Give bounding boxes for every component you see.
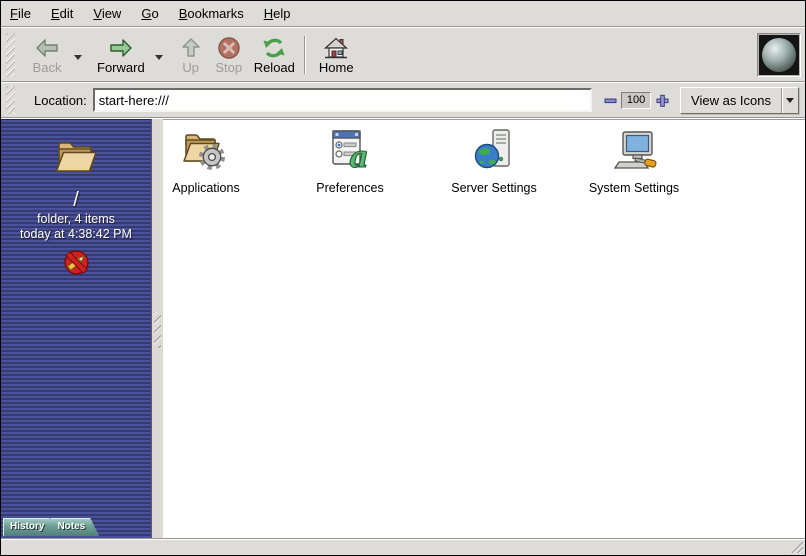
up-arrow-icon — [178, 35, 204, 61]
zoom-in-button[interactable] — [654, 92, 670, 108]
reload-icon — [261, 35, 287, 61]
back-button[interactable]: Back — [26, 34, 68, 76]
item-system-settings[interactable]: System Settings — [593, 126, 675, 195]
throbber-frame — [757, 33, 801, 77]
zoom-out-icon — [603, 93, 618, 108]
content-area: / folder, 4 items today at 4:38:42 PM Hi… — [1, 119, 805, 538]
icon-label: Preferences — [316, 181, 383, 195]
back-arrow-icon — [34, 35, 60, 61]
system-settings-icon — [608, 126, 660, 174]
menu-bookmarks[interactable]: Bookmarks — [179, 6, 244, 21]
sidebar-tabs: History Notes — [3, 518, 99, 536]
sidebar-item-count: folder, 4 items — [1, 212, 151, 227]
server-settings-icon — [468, 126, 520, 174]
back-history-dropdown[interactable] — [70, 50, 86, 66]
zoom-controls: 100 — [602, 92, 670, 109]
throbber-sphere-icon — [762, 38, 796, 72]
preferences-icon: a — [324, 126, 376, 174]
icon-label: System Settings — [589, 181, 679, 195]
folder-icon — [51, 133, 101, 181]
icon-label: Applications — [172, 181, 239, 195]
icon-view: Applications a Preferences — [163, 119, 805, 538]
forward-arrow-icon — [108, 35, 134, 61]
toolbar-drag-handle[interactable] — [6, 33, 15, 77]
forward-button[interactable]: Forward — [93, 34, 149, 76]
zoom-level-indicator[interactable]: 100 — [621, 92, 651, 109]
home-button[interactable]: Home — [315, 34, 358, 76]
menu-go[interactable]: Go — [141, 6, 158, 21]
sidebar-panel: / folder, 4 items today at 4:38:42 PM Hi… — [1, 119, 151, 538]
location-input[interactable] — [93, 88, 592, 112]
menu-edit[interactable]: Edit — [51, 6, 73, 21]
view-mode-dropdown[interactable]: View as Icons — [680, 87, 799, 114]
sidebar-location-title: / — [1, 189, 151, 212]
locationbar-drag-handle[interactable] — [6, 86, 15, 114]
window-resize-grip[interactable] — [790, 540, 803, 553]
menu-file[interactable]: File — [10, 6, 31, 21]
splitter-grip[interactable] — [154, 312, 161, 348]
toolbar-separator — [304, 36, 306, 74]
sidebar-splitter[interactable] — [151, 119, 163, 538]
menu-help[interactable]: Help — [264, 6, 291, 21]
zoom-in-icon — [655, 93, 670, 108]
no-write-emblem-icon — [63, 249, 90, 276]
tab-notes[interactable]: Notes — [50, 518, 99, 536]
tab-history[interactable]: History — [3, 518, 58, 536]
stop-icon — [216, 35, 242, 61]
throbber-background — [759, 35, 799, 75]
zoom-out-button[interactable] — [602, 92, 618, 108]
location-bar: Location: 100 View as Icons — [1, 83, 805, 117]
status-bar — [1, 538, 805, 555]
item-server-settings[interactable]: Server Settings — [453, 126, 535, 195]
chevron-down-icon — [786, 98, 794, 107]
stop-button[interactable]: Stop — [208, 34, 250, 76]
svg-text:a: a — [349, 140, 368, 174]
chevron-down-icon — [74, 55, 82, 64]
applications-folder-icon — [180, 126, 232, 174]
up-button[interactable]: Up — [174, 34, 208, 76]
home-icon — [323, 35, 349, 61]
toolbar: Back Forward Up Stop — [1, 28, 805, 81]
location-label: Location: — [34, 93, 87, 108]
chevron-down-icon — [155, 55, 163, 64]
item-applications[interactable]: Applications — [165, 126, 247, 195]
sidebar-modified-date: today at 4:38:42 PM — [1, 227, 151, 242]
icon-label: Server Settings — [451, 181, 536, 195]
forward-history-dropdown[interactable] — [151, 50, 167, 66]
menubar: File Edit View Go Bookmarks Help — [1, 1, 805, 26]
file-manager-window: File Edit View Go Bookmarks Help Back Fo… — [0, 0, 806, 556]
item-preferences[interactable]: a Preferences — [309, 126, 391, 195]
dropdown-arrow-section — [781, 88, 798, 113]
reload-button[interactable]: Reload — [250, 34, 299, 76]
menu-view[interactable]: View — [93, 6, 121, 21]
